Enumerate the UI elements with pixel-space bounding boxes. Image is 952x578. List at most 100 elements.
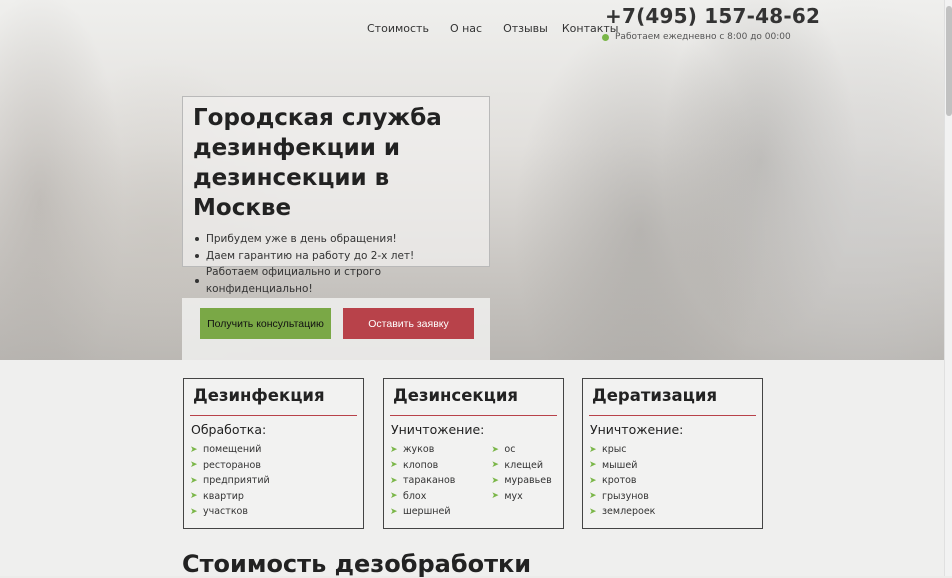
list-item: ➤ грызунов — [589, 489, 655, 505]
hero-benefit: Даем гарантию на работу до 2-х лет! — [193, 248, 479, 265]
working-hours-text: Работаем ежедневно с 8:00 до 00:00 — [615, 32, 791, 42]
card-items-column: ➤ ос ➤ клещей ➤ муравьев ➤ мух — [491, 442, 551, 520]
list-item-text: помещений — [203, 444, 262, 456]
arrow-right-icon: ➤ — [390, 444, 398, 455]
card-items-column: ➤ крыс ➤ мышей ➤ кротов ➤ грызунов ➤ землерое… — [589, 442, 655, 520]
bullet-icon — [195, 278, 199, 283]
card-title: Дезинфекция — [193, 386, 325, 405]
service-card-disinsection[interactable]: Дезинсекция Уничтожение: ➤ жуков ➤ клопов … — [383, 378, 564, 529]
list-item-text: грызунов — [602, 490, 649, 502]
list-item-text: жуков — [403, 444, 435, 456]
card-divider — [589, 415, 756, 416]
list-item-text: ос — [504, 444, 516, 456]
arrow-right-icon: ➤ — [491, 444, 499, 455]
list-item: ➤ ос — [491, 442, 551, 458]
hero-benefit-text: Работаем официально и строго конфиденциа… — [205, 266, 382, 295]
phone-number[interactable]: +7(495) 157-48-62 — [605, 4, 820, 28]
scrollbar-thumb[interactable] — [946, 6, 952, 116]
hero-benefit-text: Даем гарантию на работу до 2-х лет! — [206, 249, 415, 262]
list-item-text: тараканов — [403, 475, 456, 487]
card-items-column: ➤ помещений ➤ ресторанов ➤ предприятий ➤ ква… — [190, 442, 270, 520]
hero-benefit-text: Прибудем уже в день обращения! — [206, 233, 397, 245]
list-item: ➤ жуков — [390, 442, 455, 458]
list-item-text: мышей — [602, 459, 638, 471]
arrow-right-icon: ➤ — [190, 444, 198, 455]
list-item: ➤ кротов — [589, 473, 655, 489]
service-card-deratization[interactable]: Дератизация Уничтожение: ➤ крыс ➤ мышей ➤ к… — [582, 378, 763, 529]
card-subtitle: Уничтожение: — [391, 422, 485, 437]
arrow-right-icon: ➤ — [390, 491, 398, 502]
status-dot-icon — [602, 33, 609, 41]
list-item-text: мух — [504, 490, 523, 502]
arrow-right-icon: ➤ — [491, 475, 499, 486]
list-item-text: землероек — [602, 506, 656, 518]
arrow-right-icon: ➤ — [589, 475, 597, 486]
list-item: ➤ клещей — [491, 458, 551, 474]
list-item: ➤ муравьев — [491, 473, 551, 489]
get-consultation-button[interactable]: Получить консультацию — [200, 308, 331, 339]
leave-request-button[interactable]: Оставить заявку — [343, 308, 474, 339]
nav-link-about[interactable]: О нас — [450, 22, 482, 35]
list-item-text: крыс — [602, 444, 627, 456]
list-item-text: квартир — [203, 490, 244, 502]
list-item: ➤ клопов — [390, 458, 455, 474]
arrow-right-icon: ➤ — [190, 475, 198, 486]
list-item-text: участков — [203, 506, 248, 518]
main-nav: Стоимость О нас Отзывы Контакты — [367, 22, 632, 35]
list-item: ➤ тараканов — [390, 473, 455, 489]
arrow-right-icon: ➤ — [390, 506, 398, 517]
card-divider — [190, 415, 357, 416]
list-item: ➤ помещений — [190, 442, 270, 458]
hero-benefits-list: Прибудем уже в день обращения! Даем гара… — [193, 231, 479, 297]
list-item: ➤ предприятий — [190, 473, 270, 489]
list-item: ➤ квартир — [190, 489, 270, 505]
arrow-right-icon: ➤ — [589, 491, 597, 502]
arrow-right-icon: ➤ — [491, 460, 499, 471]
list-item: ➤ блох — [390, 489, 455, 505]
working-hours: Работаем ежедневно с 8:00 до 00:00 — [602, 32, 791, 42]
list-item-text: клопов — [403, 459, 439, 471]
hero-title-line: Городская служба — [193, 105, 442, 131]
arrow-right-icon: ➤ — [589, 444, 597, 455]
list-item-text: кротов — [602, 475, 637, 487]
hero-benefit: Прибудем уже в день обращения! — [193, 231, 479, 248]
list-item: ➤ землероек — [589, 504, 655, 520]
arrow-right-icon: ➤ — [491, 491, 499, 502]
list-item-text: клещей — [504, 459, 544, 471]
list-item: ➤ участков — [190, 504, 270, 520]
list-item: ➤ мух — [491, 489, 551, 505]
card-items: ➤ помещений ➤ ресторанов ➤ предприятий ➤ ква… — [190, 442, 357, 520]
list-item: ➤ ресторанов — [190, 458, 270, 474]
service-card-disinfection[interactable]: Дезинфекция Обработка: ➤ помещений ➤ ресто… — [183, 378, 364, 529]
list-item: ➤ мышей — [589, 458, 655, 474]
list-item-text: шершней — [403, 506, 451, 518]
card-title: Дезинсекция — [393, 386, 518, 405]
hero-title-line: дезинсекции в Москве — [193, 165, 390, 221]
arrow-right-icon: ➤ — [390, 475, 398, 486]
bullet-icon — [195, 253, 199, 258]
list-item-text: муравьев — [504, 475, 552, 487]
page-scrollbar[interactable] — [944, 0, 952, 576]
card-items: ➤ жуков ➤ клопов ➤ тараканов ➤ блох ➤ шершней… — [390, 442, 557, 520]
card-divider — [390, 415, 557, 416]
arrow-right-icon: ➤ — [589, 506, 597, 517]
pricing-section-title: Стоимость дезобработки — [182, 550, 532, 578]
arrow-right-icon: ➤ — [390, 460, 398, 471]
list-item-text: предприятий — [203, 475, 270, 487]
hero-title: Городская служба дезинфекции и дезинсекц… — [193, 103, 479, 223]
arrow-right-icon: ➤ — [589, 460, 597, 471]
arrow-right-icon: ➤ — [190, 460, 198, 471]
list-item: ➤ крыс — [589, 442, 655, 458]
card-items-column: ➤ жуков ➤ клопов ➤ тараканов ➤ блох ➤ шершней — [390, 442, 455, 520]
arrow-right-icon: ➤ — [190, 491, 198, 502]
nav-link-pricing[interactable]: Стоимость — [367, 22, 429, 35]
nav-link-reviews[interactable]: Отзывы — [503, 22, 548, 35]
card-subtitle: Обработка: — [191, 422, 267, 437]
card-subtitle: Уничтожение: — [590, 422, 684, 437]
list-item: ➤ шершней — [390, 504, 455, 520]
hero-benefit: Работаем официально и строго конфиденциа… — [193, 264, 479, 297]
list-item-text: ресторанов — [203, 459, 261, 471]
hero-title-line: дезинфекции и — [193, 135, 400, 161]
list-item-text: блох — [403, 490, 427, 502]
card-title: Дератизация — [592, 386, 718, 405]
